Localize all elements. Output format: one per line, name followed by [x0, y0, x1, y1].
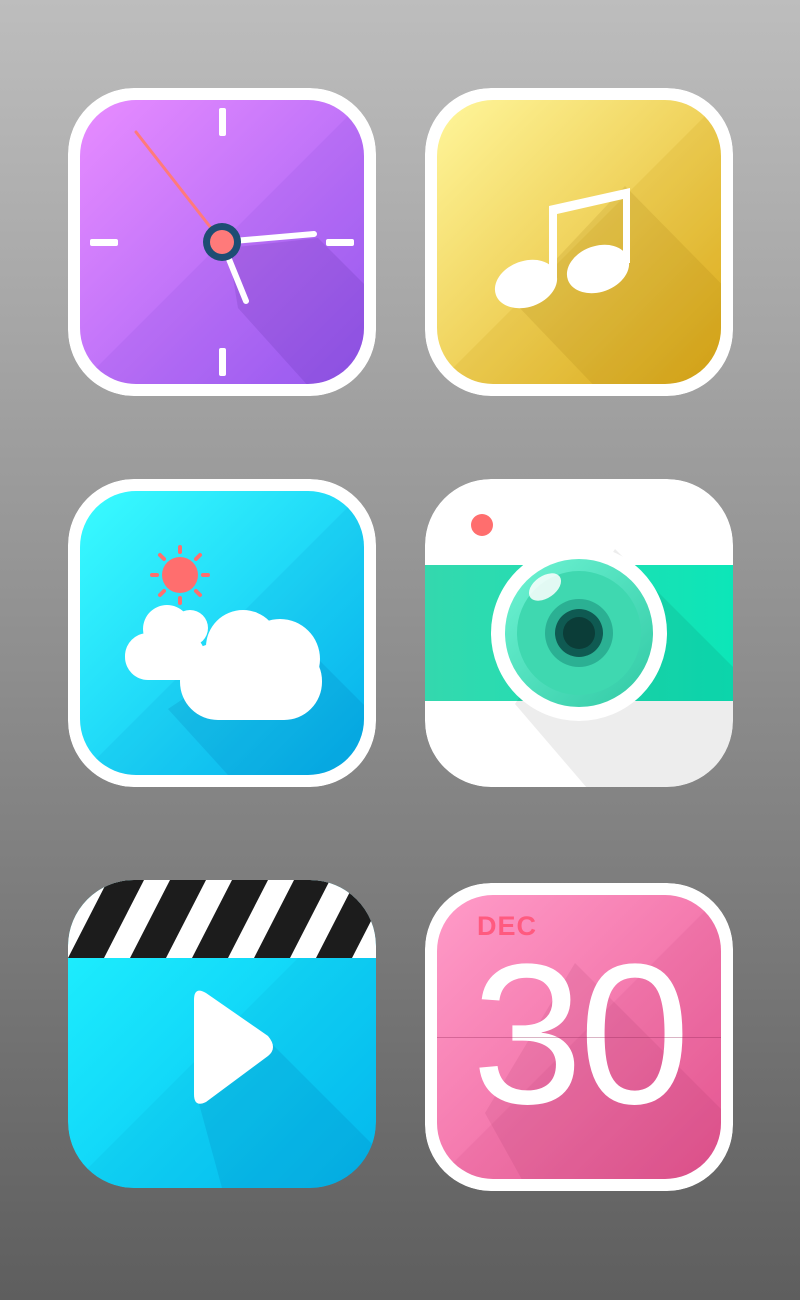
weather-app-icon[interactable] — [68, 479, 376, 787]
camera-app-icon[interactable] — [425, 479, 733, 787]
calendar-day: 30 — [471, 923, 690, 1146]
music-note-icon — [425, 88, 733, 396]
calendar-app-icon[interactable]: DEC 30 — [425, 883, 733, 1191]
video-app-icon[interactable] — [68, 880, 376, 1188]
flash-indicator — [471, 514, 493, 536]
camera-icon — [425, 479, 733, 787]
clapperboard-play-icon — [68, 880, 376, 1188]
sun-cloud-icon — [68, 479, 376, 787]
music-app-icon[interactable] — [425, 88, 733, 396]
calendar-fold-line — [437, 1037, 721, 1038]
clock-app-icon[interactable] — [68, 88, 376, 396]
clock-icon — [68, 88, 376, 396]
